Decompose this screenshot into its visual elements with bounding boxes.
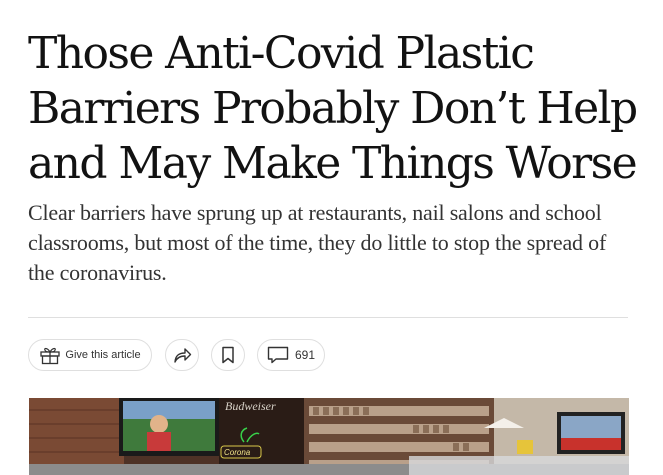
bookmark-icon (221, 346, 235, 364)
gift-icon (39, 345, 61, 365)
share-button[interactable] (165, 339, 199, 371)
comment-icon (267, 346, 289, 364)
comment-count: 691 (294, 348, 316, 362)
headline-line: Barriers Probably Don’t Help (28, 83, 638, 134)
give-article-button[interactable]: Give this article (28, 339, 152, 371)
comments-button[interactable]: 691 (257, 339, 325, 371)
headline-line: Those Anti-Covid Plastic (28, 28, 535, 79)
article-summary: Clear barriers have sprung up at restaur… (28, 200, 607, 285)
headline-line: and May Make Things Worse (28, 138, 638, 189)
article-page: Those Anti-Covid Plastic Barriers Probab… (0, 0, 663, 475)
save-button[interactable] (211, 339, 245, 371)
article-headline: Those Anti-Covid Plastic Barriers Probab… (28, 26, 638, 191)
divider (28, 317, 628, 318)
budweiser-sign: Budweiser (225, 399, 276, 413)
share-icon (172, 346, 192, 364)
give-article-label: Give this article (65, 349, 141, 361)
corona-sign: Corona (224, 448, 251, 457)
article-photo[interactable]: Budweiser Corona (29, 398, 629, 475)
